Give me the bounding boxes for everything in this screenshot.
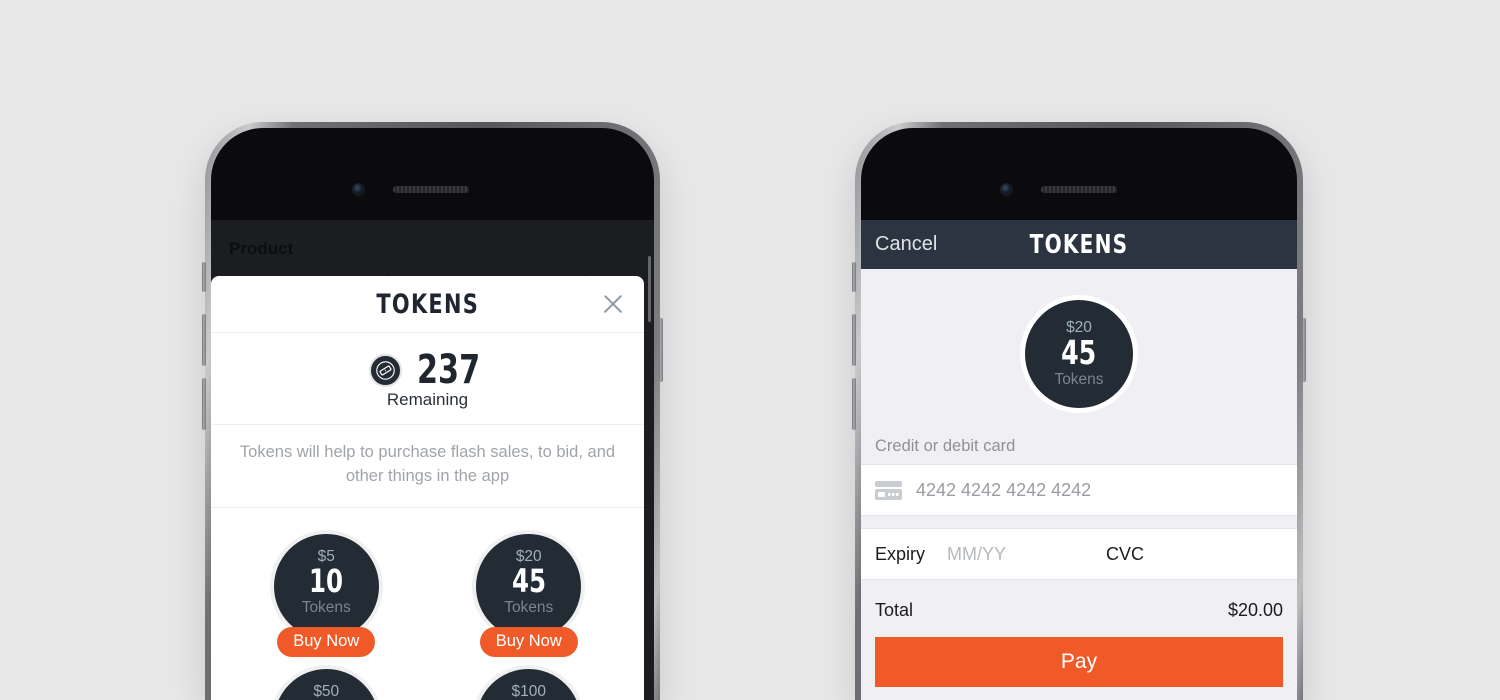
remaining-count: 237	[416, 347, 481, 393]
power-button[interactable]	[1302, 318, 1306, 382]
volume-down-button[interactable]	[202, 378, 206, 430]
remaining-row: 237	[211, 347, 644, 393]
earpiece-speaker	[1041, 186, 1117, 193]
power-button[interactable]	[659, 318, 663, 382]
buy-now-button[interactable]: Buy Now	[277, 626, 376, 657]
token-pack-amount: 45	[511, 562, 546, 601]
card-section-label: Credit or debit card	[875, 437, 1016, 455]
tokens-modal: TOKENS 237 Remaining Tokens will help to…	[211, 276, 644, 700]
expiry-cvc-field[interactable]: Expiry MM/YY CVC	[861, 528, 1297, 580]
pay-button[interactable]: Pay	[875, 637, 1283, 687]
token-pack-unit: Tokens	[301, 598, 351, 616]
phone-left: Product The newest collection of "go any…	[202, 122, 663, 700]
phone-right-body: Cancel TOKENS $20 45 Tokens Credit or de…	[861, 128, 1297, 700]
scrollbar[interactable]	[648, 256, 651, 322]
total-row: Total $20.00	[861, 580, 1297, 637]
token-pack[interactable]: $5 10 Tokens Buy Now	[265, 529, 388, 657]
ticket-icon	[368, 353, 402, 387]
card-number-field[interactable]: 4242 4242 4242 4242	[861, 464, 1297, 516]
mute-switch[interactable]	[202, 262, 206, 292]
total-value: $20.00	[1227, 600, 1283, 620]
phone-left-bezel	[211, 128, 654, 220]
token-pack[interactable]: $100 250 Tokens Buy Now	[467, 664, 590, 700]
selected-pack-unit: Tokens	[1054, 370, 1104, 388]
expiry-label: Expiry	[875, 543, 926, 564]
remaining-block: 237 Remaining	[211, 333, 644, 425]
volume-down-button[interactable]	[852, 378, 856, 430]
token-pack[interactable]: $50 120 Tokens Buy Now	[265, 664, 388, 700]
page-title: TOKENS	[1029, 229, 1129, 260]
credit-card-icon	[875, 480, 902, 500]
phone-right: Cancel TOKENS $20 45 Tokens Credit or de…	[852, 122, 1306, 700]
selected-pack-amount: 45	[1061, 333, 1097, 373]
front-camera-icon	[1001, 184, 1012, 195]
cvc-input[interactable]: CVC	[1106, 544, 1144, 565]
volume-up-button[interactable]	[202, 314, 206, 366]
mute-switch[interactable]	[852, 262, 856, 292]
remaining-label: Remaining	[386, 390, 469, 409]
payment-screen: Cancel TOKENS $20 45 Tokens Credit or de…	[861, 220, 1297, 700]
modal-title: TOKENS	[376, 288, 479, 320]
token-pack-circle: $100 250 Tokens	[472, 664, 586, 700]
token-pack-unit: Tokens	[504, 598, 554, 616]
volume-up-button[interactable]	[852, 314, 856, 366]
token-pack-circle: $50 120 Tokens	[269, 664, 383, 700]
navigation-bar: Cancel TOKENS	[861, 220, 1297, 269]
phone-left-body: Product The newest collection of "go any…	[211, 128, 654, 700]
expiry-input[interactable]: MM/YY	[947, 544, 1006, 565]
token-pack-amount: 10	[309, 562, 344, 601]
phone-right-bezel	[861, 128, 1297, 220]
buy-now-button[interactable]: Buy Now	[479, 626, 578, 657]
modal-header: TOKENS	[211, 276, 644, 333]
selected-pack-circle: $20 45 Tokens	[1020, 295, 1138, 413]
token-pack-grid: $5 10 Tokens Buy Now $20 45 Tokens Buy N…	[211, 508, 644, 700]
close-icon[interactable]	[598, 289, 628, 319]
selected-pack-wrap: $20 45 Tokens	[861, 269, 1297, 433]
card-number-value: 4242 4242 4242 4242	[916, 479, 1092, 500]
modal-description: Tokens will help to purchase flash sales…	[211, 425, 644, 508]
phone-right-screen: Cancel TOKENS $20 45 Tokens Credit or de…	[861, 220, 1297, 700]
earpiece-speaker	[393, 186, 469, 193]
total-label: Total	[875, 600, 914, 620]
token-pack[interactable]: $20 45 Tokens Buy Now	[467, 529, 590, 657]
phone-left-screen: Product The newest collection of "go any…	[211, 220, 654, 700]
front-camera-icon	[353, 184, 364, 195]
